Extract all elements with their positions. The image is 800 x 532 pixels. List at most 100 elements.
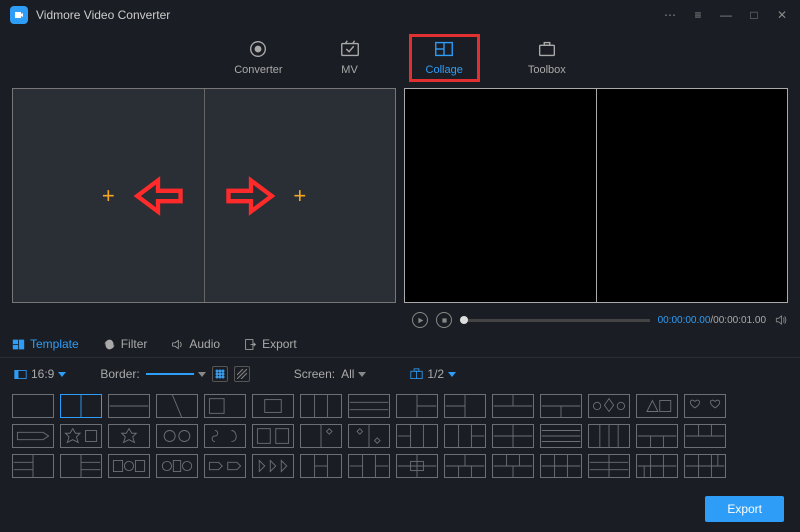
canvas-slot-right[interactable]: +: [204, 89, 396, 302]
template-item[interactable]: [636, 394, 678, 418]
preview-left: [405, 89, 596, 302]
feedback-icon[interactable]: ⋯: [662, 8, 678, 22]
close-button[interactable]: ✕: [774, 8, 790, 22]
volume-icon[interactable]: [774, 313, 788, 327]
screen-select[interactable]: All: [341, 367, 366, 381]
titlebar: Vidmore Video Converter ⋯ ≡ — □ ✕: [0, 0, 800, 30]
tab-collage-label: Collage: [426, 64, 463, 76]
template-item[interactable]: [444, 454, 486, 478]
template-item[interactable]: [588, 454, 630, 478]
tab-collage[interactable]: Collage: [409, 34, 480, 82]
border-color-button[interactable]: [212, 366, 228, 382]
seek-bar[interactable]: [460, 319, 650, 322]
template-item[interactable]: [204, 454, 246, 478]
template-item[interactable]: [156, 394, 198, 418]
template-item[interactable]: [60, 394, 102, 418]
template-grid: [0, 390, 800, 486]
screen-label: Screen:: [294, 367, 335, 381]
tab-converter[interactable]: Converter: [226, 34, 290, 82]
template-item[interactable]: [60, 424, 102, 448]
page-value: 1/2: [427, 367, 444, 381]
template-item[interactable]: [540, 454, 582, 478]
template-item[interactable]: [300, 424, 342, 448]
template-item[interactable]: [492, 424, 534, 448]
export-button[interactable]: Export: [705, 496, 784, 522]
tab-toolbox-label: Toolbox: [528, 64, 566, 76]
template-item[interactable]: [252, 394, 294, 418]
template-item[interactable]: [12, 454, 54, 478]
template-item[interactable]: [300, 454, 342, 478]
template-item[interactable]: [396, 424, 438, 448]
workspace: + +: [0, 88, 800, 303]
stop-button[interactable]: [436, 312, 452, 328]
main-tabs: Converter MV Collage Toolbox: [0, 30, 800, 88]
border-style-select[interactable]: [146, 372, 206, 377]
preview-right: [596, 89, 788, 302]
template-item[interactable]: [156, 454, 198, 478]
time-current: 00:00:00.00: [658, 315, 711, 326]
template-item[interactable]: [60, 454, 102, 478]
play-button[interactable]: [412, 312, 428, 328]
minimize-button[interactable]: —: [718, 8, 734, 22]
template-item[interactable]: [540, 424, 582, 448]
subtab-audio[interactable]: Audio: [171, 337, 220, 351]
template-item[interactable]: [636, 454, 678, 478]
template-item[interactable]: [684, 454, 726, 478]
subtab-template[interactable]: Template: [12, 337, 79, 351]
page-select[interactable]: 1/2: [410, 367, 456, 381]
tab-mv-label: MV: [341, 64, 358, 76]
app-logo: [10, 6, 28, 24]
template-item[interactable]: [108, 454, 150, 478]
options-bar: 16:9 Border: Screen: All 1/2: [0, 358, 800, 390]
border-option: Border:: [100, 366, 249, 382]
time-display: 00:00:00.00/00:00:01.00: [658, 315, 766, 326]
aspect-ratio-select[interactable]: 16:9: [14, 367, 66, 381]
template-item[interactable]: [300, 394, 342, 418]
line-sample: [146, 373, 194, 375]
template-item[interactable]: [492, 394, 534, 418]
tab-converter-label: Converter: [234, 64, 282, 76]
subtab-filter[interactable]: Filter: [103, 337, 148, 351]
template-item[interactable]: [156, 424, 198, 448]
template-item[interactable]: [396, 454, 438, 478]
template-item[interactable]: [540, 394, 582, 418]
template-item[interactable]: [492, 454, 534, 478]
template-item[interactable]: [108, 424, 150, 448]
template-item[interactable]: [348, 454, 390, 478]
template-item[interactable]: [396, 394, 438, 418]
subtab-export[interactable]: Export: [244, 337, 297, 351]
screen-option: Screen: All: [294, 367, 367, 381]
template-item[interactable]: [684, 424, 726, 448]
time-total: 00:00:01.00: [713, 315, 766, 326]
template-item[interactable]: [348, 394, 390, 418]
tab-toolbox[interactable]: Toolbox: [520, 34, 574, 82]
seek-handle[interactable]: [460, 316, 468, 324]
titlebar-left: Vidmore Video Converter: [10, 6, 170, 24]
template-item[interactable]: [444, 424, 486, 448]
template-item[interactable]: [12, 424, 54, 448]
sub-tabs: Template Filter Audio Export: [0, 331, 800, 358]
template-item[interactable]: [12, 394, 54, 418]
border-label: Border:: [100, 367, 139, 381]
screen-value: All: [341, 367, 354, 381]
template-item[interactable]: [588, 394, 630, 418]
tab-mv[interactable]: MV: [331, 34, 369, 82]
template-item[interactable]: [204, 394, 246, 418]
template-item[interactable]: [108, 394, 150, 418]
maximize-button[interactable]: □: [746, 8, 762, 22]
template-item[interactable]: [444, 394, 486, 418]
subtab-audio-label: Audio: [189, 337, 220, 351]
border-pattern-button[interactable]: [234, 366, 250, 382]
template-item[interactable]: [252, 424, 294, 448]
template-item[interactable]: [636, 424, 678, 448]
aspect-value: 16:9: [31, 367, 54, 381]
template-item[interactable]: [588, 424, 630, 448]
template-item[interactable]: [348, 424, 390, 448]
plus-icon: +: [293, 183, 306, 209]
menu-icon[interactable]: ≡: [690, 8, 706, 22]
template-item[interactable]: [252, 454, 294, 478]
template-item[interactable]: [684, 394, 726, 418]
subtab-filter-label: Filter: [121, 337, 148, 351]
canvas-slot-left[interactable]: +: [13, 89, 204, 302]
template-item[interactable]: [204, 424, 246, 448]
